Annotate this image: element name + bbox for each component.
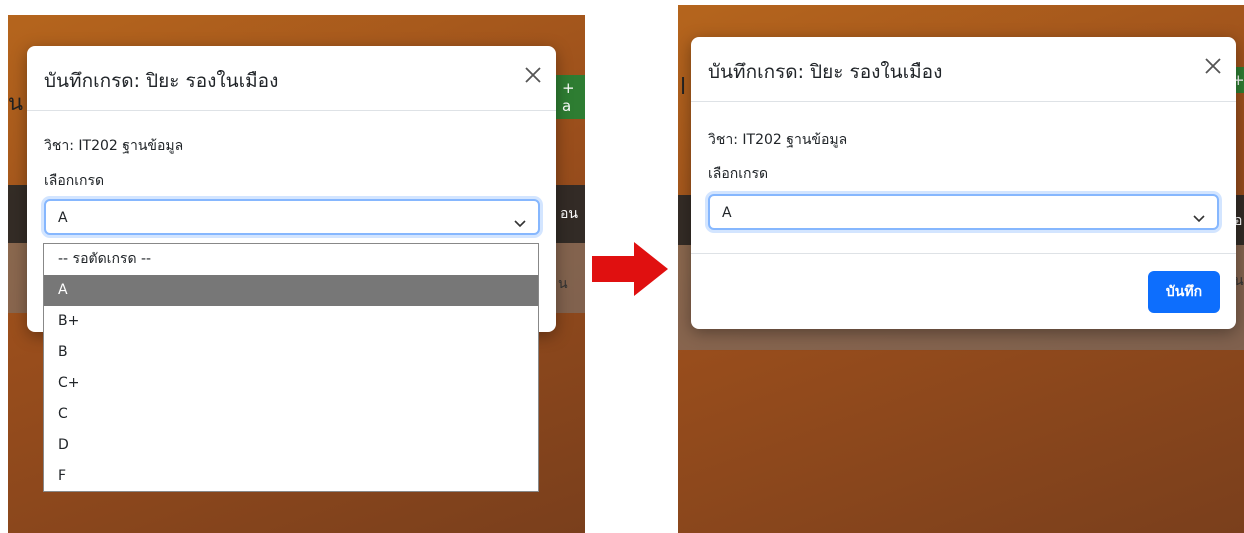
subject-text: วิชา: IT202 ฐานข้อมูล (708, 132, 848, 148)
grade-option[interactable]: D (44, 430, 538, 461)
close-icon[interactable] (1198, 51, 1228, 81)
select-value: A (722, 205, 732, 221)
grade-option[interactable]: C (44, 399, 538, 430)
grade-modal: บันทึกเกรด: ปิยะ รองในเมือง วิชา: IT202 … (691, 37, 1236, 329)
modal-title: บันทึกเกรด: ปิยะ รองในเมือง (708, 61, 943, 83)
page-heading-fragment: l (680, 75, 687, 100)
right-arrow-icon (590, 240, 670, 302)
modal-header: บันทึกเกรด: ปิยะ รองในเมือง (691, 37, 1236, 102)
chevron-down-icon (514, 213, 526, 232)
grade-option[interactable]: B+ (44, 306, 538, 337)
save-button[interactable]: บันทึก (1148, 271, 1220, 313)
page-heading-fragment: น (8, 91, 24, 116)
grade-option[interactable]: C+ (44, 368, 538, 399)
table-header-fragment: อน (560, 206, 578, 222)
modal-footer-divider (691, 253, 1236, 254)
select-label: เลือกเกรด (708, 166, 769, 182)
grade-select[interactable]: A (708, 194, 1219, 230)
close-icon[interactable] (518, 60, 548, 90)
grade-option[interactable]: F (44, 461, 538, 492)
after-screenshot: l + อ น บันทึกเกรด: ปิยะ รองในเมือง วิชา… (678, 5, 1244, 533)
grade-option[interactable]: -- รอตัดเกรด -- (44, 244, 538, 275)
select-label: เลือกเกรด (44, 173, 105, 189)
select-value: A (58, 210, 68, 226)
grade-select[interactable]: A (44, 199, 540, 235)
modal-title: บันทึกเกรด: ปิยะ รองในเมือง (44, 70, 279, 92)
grade-dropdown-list: -- รอตัดเกรด -- A B+ B C+ C D F (43, 243, 539, 492)
chevron-down-icon (1193, 208, 1205, 227)
grade-option[interactable]: B (44, 337, 538, 368)
table-row-fragment: น (558, 276, 568, 292)
grade-option[interactable]: A (44, 275, 538, 306)
add-button-fragment[interactable]: + a (556, 75, 585, 119)
subject-text: วิชา: IT202 ฐานข้อมูล (44, 138, 184, 154)
modal-header: บันทึกเกรด: ปิยะ รองในเมือง (27, 46, 556, 111)
